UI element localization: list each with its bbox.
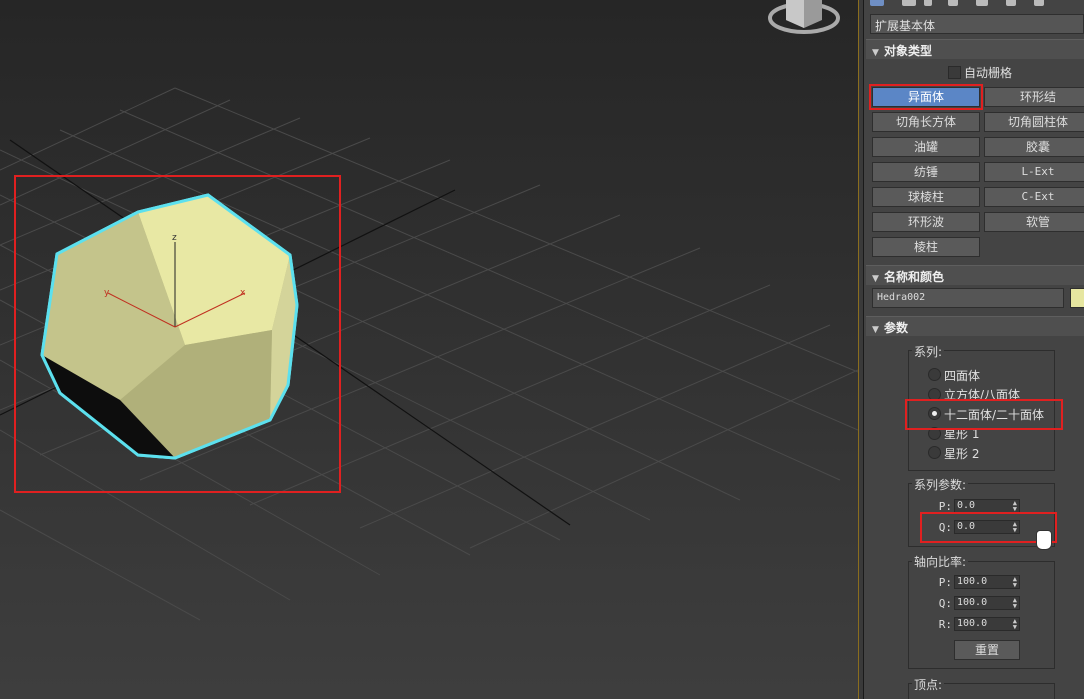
collapse-triangle-icon: ▼: [872, 325, 879, 335]
viewcube-icon[interactable]: [768, 0, 840, 34]
category-dropdown[interactable]: 扩展基本体: [870, 14, 1084, 34]
spinner-arrows-icon[interactable]: ▲ ▼: [1013, 500, 1017, 513]
create-tab-icon[interactable]: [870, 0, 884, 6]
family-p-value: 0.0: [957, 500, 976, 511]
hedra-button-highlight: [869, 84, 983, 110]
torus-knot-button[interactable]: 环形结: [984, 87, 1084, 107]
spinner-arrows-icon[interactable]: ▲ ▼: [1013, 576, 1017, 589]
prism-button[interactable]: 棱柱: [872, 237, 980, 257]
capsule-button[interactable]: 胶囊: [984, 137, 1084, 157]
name-color-title: 名称和颜色: [884, 270, 945, 284]
autogrid-label: 自动栅格: [964, 66, 1013, 80]
hand-cursor-icon: [1036, 530, 1052, 550]
family-label-tetra: 四面体: [944, 369, 981, 383]
settings-gear-icon[interactable]: [1034, 0, 1044, 6]
parameters-title: 参数: [884, 321, 909, 335]
command-panel: 扩展基本体 ▼ 对象类型 自动栅格 异面体 环形结 切角长方体 切角圆柱体 油罐 …: [864, 0, 1084, 699]
hierarchy-tab-icon[interactable]: [924, 0, 932, 6]
axis-q-label: Q:: [938, 597, 952, 610]
vertices-title: 顶点:: [912, 676, 945, 693]
object-highlight-box: [14, 175, 341, 493]
object-name-field[interactable]: Hedra002: [872, 288, 1064, 308]
chamfer-box-button[interactable]: 切角长方体: [872, 112, 980, 132]
axis-r-spinner[interactable]: 100.0 ▲ ▼: [954, 617, 1020, 631]
family-params-title: 系列参数:: [912, 476, 969, 493]
motion-tab-icon[interactable]: [948, 0, 958, 6]
axis-p-value: 100.0: [957, 576, 988, 587]
ringwave-button[interactable]: 环形波: [872, 212, 980, 232]
collapse-triangle-icon: ▼: [872, 274, 879, 284]
spindle-button[interactable]: 纺锤: [872, 162, 980, 182]
axis-q-spinner[interactable]: 100.0 ▲ ▼: [954, 596, 1020, 610]
l-ext-button[interactable]: L-Ext: [984, 162, 1084, 182]
hose-button[interactable]: 软管: [984, 212, 1084, 232]
c-ext-button[interactable]: C-Ext: [984, 187, 1084, 207]
display-tab-icon[interactable]: [976, 0, 988, 6]
object-type-rollout-header[interactable]: ▼ 对象类型: [866, 39, 1084, 59]
chamfer-cyl-button[interactable]: 切角圆柱体: [984, 112, 1084, 132]
gengon-button[interactable]: 球棱柱: [872, 187, 980, 207]
utilities-tab-icon[interactable]: [1006, 0, 1016, 6]
family-selection-highlight: [905, 399, 1063, 430]
axis-p-label: P:: [938, 576, 952, 589]
collapse-triangle-icon: ▼: [872, 48, 879, 58]
axis-r-label: R:: [938, 618, 952, 631]
axis-q-value: 100.0: [957, 597, 988, 608]
autogrid-checkbox[interactable]: [948, 66, 961, 79]
axis-scaling-title: 轴向比率:: [912, 553, 969, 570]
family-p-spinner[interactable]: 0.0 ▲ ▼: [954, 499, 1020, 513]
spinner-arrows-icon[interactable]: ▲ ▼: [1013, 597, 1017, 610]
name-color-rollout-header[interactable]: ▼ 名称和颜色: [866, 265, 1084, 285]
reset-button[interactable]: 重置: [954, 640, 1020, 660]
oil-tank-button[interactable]: 油罐: [872, 137, 980, 157]
family-radio-tetra[interactable]: [928, 368, 941, 381]
object-type-title: 对象类型: [884, 44, 933, 58]
parameters-rollout-header[interactable]: ▼ 参数: [866, 316, 1084, 336]
perspective-viewport[interactable]: z y x: [0, 0, 858, 699]
object-color-swatch[interactable]: [1070, 288, 1084, 308]
axis-p-spinner[interactable]: 100.0 ▲ ▼: [954, 575, 1020, 589]
family-radio-star2[interactable]: [928, 446, 941, 459]
family-group-title: 系列:: [912, 343, 945, 360]
axis-r-value: 100.0: [957, 618, 988, 629]
spinner-arrows-icon[interactable]: ▲ ▼: [1013, 618, 1017, 631]
family-label-star2: 星形 2: [944, 447, 980, 461]
modify-tab-icon[interactable]: [902, 0, 916, 6]
